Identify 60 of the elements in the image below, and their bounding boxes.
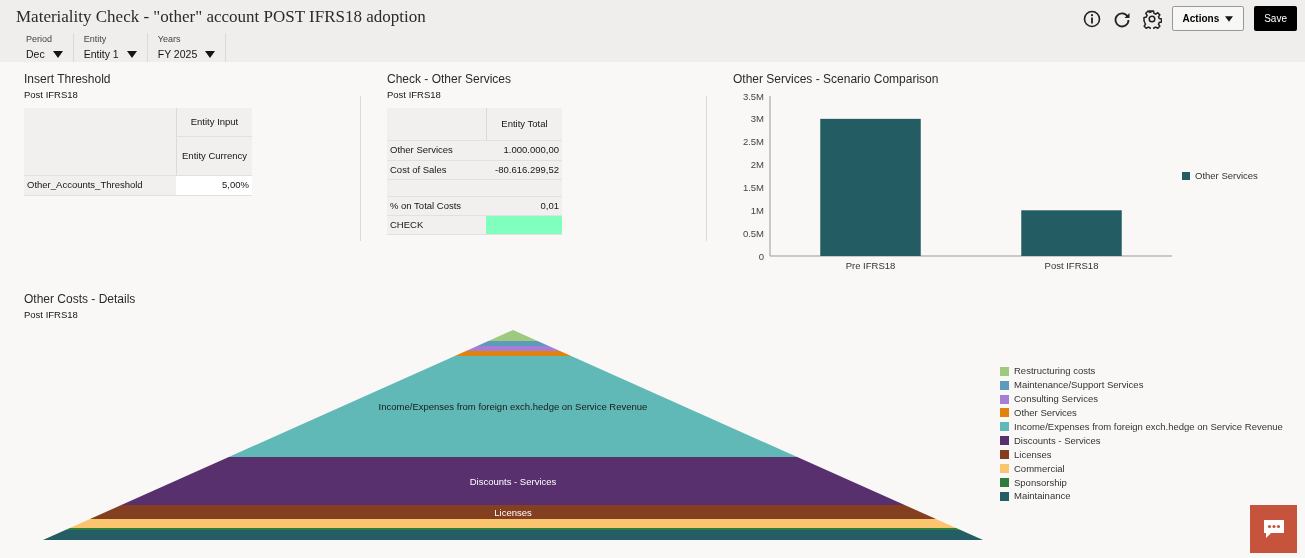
caret-icon bbox=[1225, 15, 1234, 22]
caret-icon bbox=[52, 50, 63, 58]
legend-label: Maintenance/Support Services bbox=[1014, 378, 1144, 393]
row-header: Other Services bbox=[387, 141, 486, 161]
caret-icon bbox=[126, 50, 137, 58]
filter-label: Years bbox=[157, 33, 182, 46]
column-header: Entity Total bbox=[486, 108, 562, 142]
legend-label: Income/Expenses from foreign exch.hedge on Service Revenue bbox=[1014, 419, 1283, 434]
axis-tick-label: 0 bbox=[758, 250, 764, 262]
legend-label: Restructuring costs bbox=[1014, 364, 1096, 379]
legend-label: Other Services bbox=[1014, 405, 1077, 420]
legend-label: Consulting Services bbox=[1014, 392, 1098, 406]
chat-button[interactable] bbox=[1250, 505, 1297, 553]
slice-label: Income/Expenses from foreign exch.hedge on Service Revenue bbox=[378, 401, 648, 413]
table-cell: 0,01 bbox=[486, 196, 562, 216]
chat-icon bbox=[1262, 519, 1285, 539]
column-header: Entity Input bbox=[176, 108, 252, 138]
panel-subtitle: Post IFRS18 bbox=[24, 308, 79, 322]
legend-label: Discounts - Services bbox=[1014, 433, 1101, 448]
info-icon[interactable] bbox=[1081, 8, 1102, 29]
actions-button[interactable]: Actions bbox=[1171, 6, 1245, 31]
row-header: Cost of Sales bbox=[387, 160, 486, 180]
row-header: Other_Accounts_Threshold bbox=[24, 176, 176, 196]
panel-subtitle: Post IFRS18 bbox=[387, 88, 442, 102]
category-label: Post IFRS18 bbox=[1044, 260, 1099, 271]
legend-label: Maintainance bbox=[1014, 489, 1071, 504]
slice-label: Licenses bbox=[494, 506, 532, 518]
category-label: Pre IFRS18 bbox=[845, 260, 896, 271]
settings-icon[interactable] bbox=[1141, 8, 1162, 29]
row-header: CHECK bbox=[387, 216, 486, 236]
page-title: Materiality Check - "other" account POST IFRS18 adoption bbox=[16, 6, 427, 28]
legend-label: Licenses bbox=[1014, 447, 1052, 462]
filter-label: Entity bbox=[83, 33, 108, 46]
slice-label: Discounts - Services bbox=[469, 475, 557, 487]
axis-tick-label: 1M bbox=[750, 204, 764, 216]
axis-tick-label: 3M bbox=[750, 113, 764, 125]
legend-label: Other Services bbox=[1195, 170, 1258, 181]
filter-dropdown[interactable]: FY 2025 bbox=[157, 46, 216, 63]
column-header: Entity Currency bbox=[176, 137, 252, 177]
axis-tick-label: 2M bbox=[750, 159, 764, 171]
input-field[interactable]: 5,00% bbox=[176, 176, 252, 196]
caret-icon bbox=[205, 50, 216, 58]
filter-dropdown[interactable]: Dec bbox=[26, 46, 63, 63]
row-header: % on Total Costs bbox=[387, 196, 486, 216]
panel-title: Other Services - Scenario Comparison bbox=[733, 71, 940, 88]
panel-title: Insert Threshold bbox=[24, 71, 112, 88]
panel-subtitle: Post IFRS18 bbox=[24, 88, 79, 102]
table-cell: 1.000.000,00 bbox=[486, 141, 562, 161]
save-button[interactable]: Save bbox=[1254, 6, 1297, 31]
axis-tick-label: 3.5M bbox=[742, 90, 764, 102]
axis-tick-label: 1.5M bbox=[742, 181, 764, 193]
filter-dropdown[interactable]: Entity 1 bbox=[83, 46, 137, 63]
legend-label: Commercial bbox=[1014, 461, 1065, 476]
axis-tick-label: 0.5M bbox=[742, 227, 764, 239]
legend-label: Sponsorship bbox=[1014, 475, 1067, 490]
axis-tick-label: 2.5M bbox=[742, 136, 764, 148]
panel-title: Check - Other Services bbox=[387, 71, 513, 88]
panel-title: Other Costs - Details bbox=[24, 291, 137, 308]
table-cell: -80.616.299,52 bbox=[486, 160, 562, 180]
filter-label: Period bbox=[26, 33, 53, 46]
